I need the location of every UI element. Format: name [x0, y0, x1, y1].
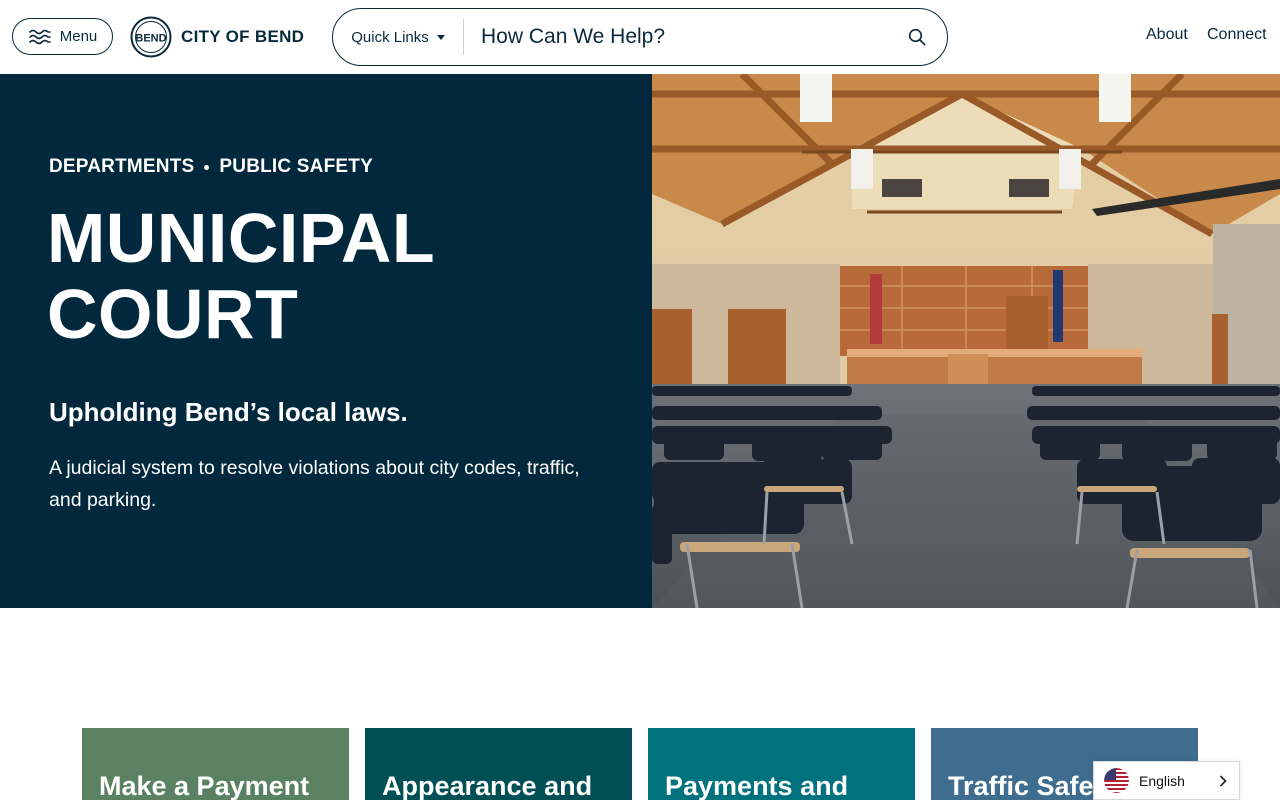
hero-description: A judicial system to resolve violations … [49, 457, 580, 511]
menu-label: Menu [59, 28, 98, 45]
chevron-right-icon [1219, 775, 1227, 787]
page-title-line1: MUNICIPAL [47, 199, 436, 277]
language-label: English [1139, 772, 1185, 789]
menu-waves-icon [28, 29, 51, 44]
search-bar: Quick Links [332, 8, 948, 66]
breadcrumb: DEPARTMENTS PUBLIC SAFETY [49, 156, 373, 178]
page: Menu BEND CITY OF BEND Quick Links How C… [0, 0, 1280, 800]
about-link[interactable]: About [1146, 26, 1188, 44]
card-label: Make a Payment [99, 771, 310, 800]
site-header: Menu BEND CITY OF BEND Quick Links How C… [0, 0, 1280, 74]
menu-button[interactable]: Menu [12, 18, 113, 55]
card-label: Payments and [665, 771, 849, 800]
breadcrumb-public-safety[interactable]: PUBLIC SAFETY [219, 156, 373, 178]
language-selector[interactable]: English [1093, 761, 1240, 800]
card-label: Appearance and [382, 771, 593, 800]
card-make-a-payment[interactable]: Make a Payment [82, 728, 349, 800]
page-title-line2: COURT [47, 275, 299, 353]
courtroom-photo [652, 74, 1280, 608]
search-icon [908, 28, 926, 46]
card-appearance[interactable]: Appearance and [365, 728, 632, 800]
quick-links-dropdown[interactable]: Quick Links [333, 19, 464, 55]
seal-text: BEND [135, 33, 166, 45]
hero-subtitle: Upholding Bend’s local laws. [49, 397, 408, 427]
hero-panel: DEPARTMENTS PUBLIC SAFETY MUNICIPAL COUR… [0, 74, 652, 608]
city-logo[interactable]: BEND CITY OF BEND [130, 15, 304, 59]
quick-links-label: Quick Links [351, 28, 429, 46]
search-input[interactable] [464, 17, 887, 57]
connect-link[interactable]: Connect [1207, 26, 1267, 44]
logo-text: CITY OF BEND [181, 27, 305, 46]
breadcrumb-separator [204, 164, 210, 170]
page-title: MUNICIPAL COURT [47, 200, 435, 352]
breadcrumb-departments[interactable]: DEPARTMENTS [49, 156, 194, 178]
city-seal-logo: BEND [130, 16, 172, 58]
caret-down-icon [436, 35, 445, 40]
search-button[interactable] [887, 17, 947, 57]
us-flag-icon [1104, 768, 1129, 793]
card-payments[interactable]: Payments and [648, 728, 915, 800]
